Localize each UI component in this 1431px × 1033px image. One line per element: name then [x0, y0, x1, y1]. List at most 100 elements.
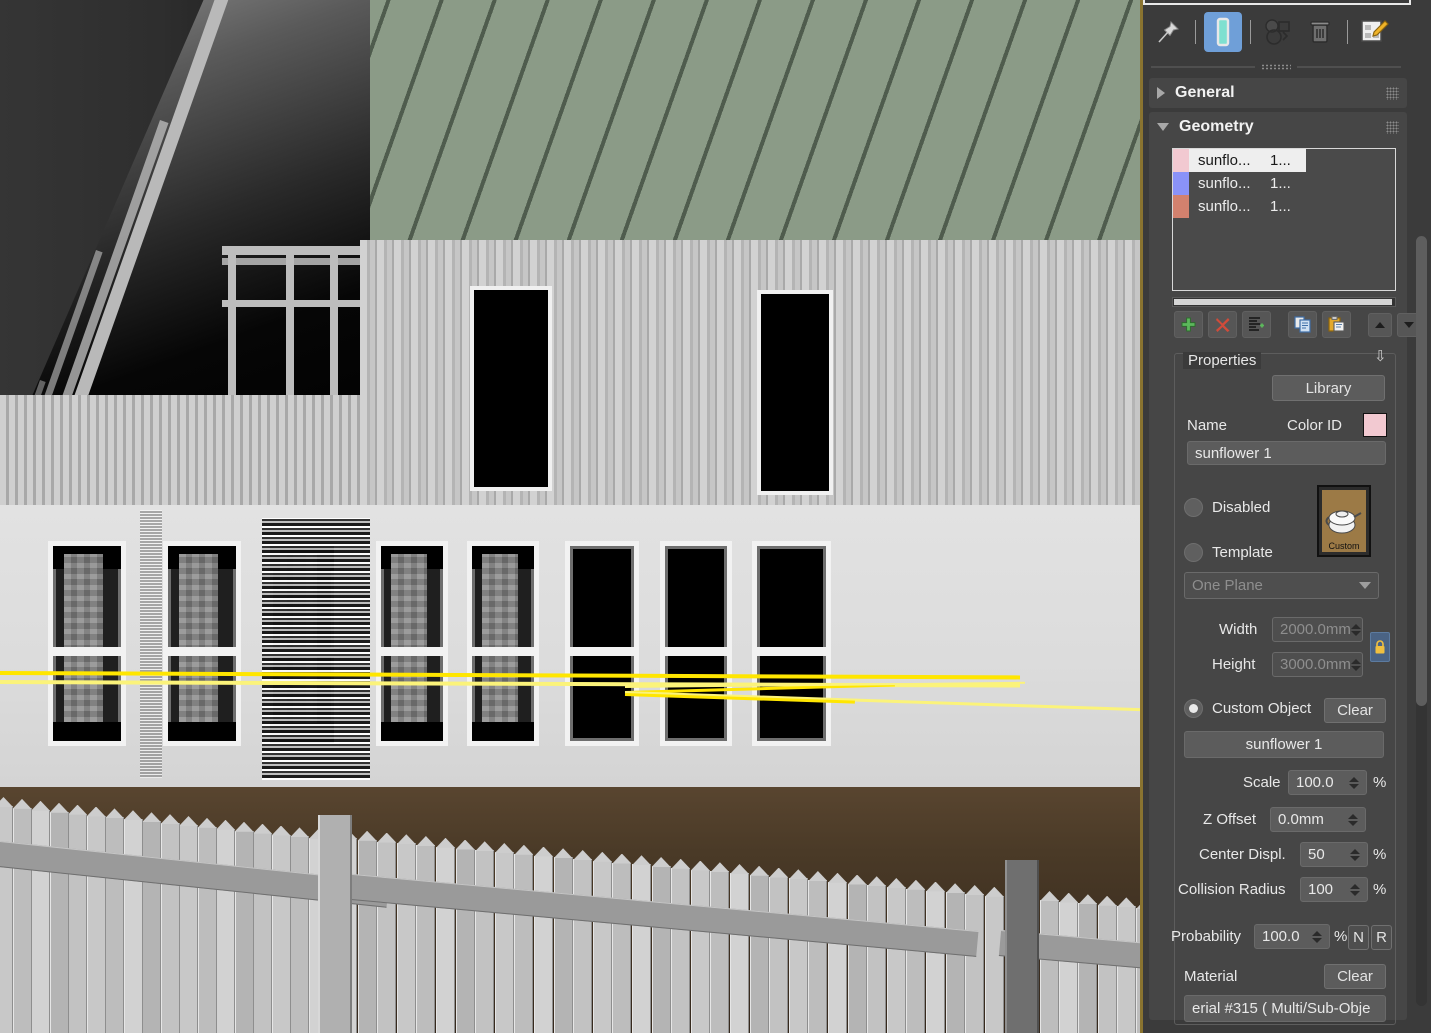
probability-spinner[interactable] [1311, 930, 1322, 943]
width-spinner[interactable] [1350, 623, 1361, 636]
chevron-down-icon [1157, 123, 1169, 131]
panel-grip[interactable] [1151, 62, 1401, 72]
deck-post [286, 255, 294, 405]
window-sill [381, 721, 443, 741]
height-input[interactable]: 3000.0mm [1272, 652, 1363, 677]
material-clear-button[interactable]: Clear [1324, 964, 1386, 989]
probability-random-button[interactable]: R [1371, 925, 1392, 950]
window-sill [472, 721, 534, 741]
list-item[interactable]: sunflo... 1... [1173, 149, 1306, 172]
delete-item-button[interactable] [1208, 311, 1237, 338]
fence-picket [1116, 906, 1136, 1033]
fence-picket [886, 887, 906, 1033]
fence-picket [1097, 904, 1117, 1033]
collision-radius-input[interactable]: 100 [1300, 877, 1368, 902]
fence-picket [271, 834, 291, 1033]
window-mullion [381, 647, 443, 657]
z-offset-spinner[interactable] [1347, 813, 1358, 826]
fence-picket [142, 821, 161, 1033]
width-input[interactable]: 2000.0mm [1272, 617, 1363, 642]
fence-picket [612, 862, 632, 1033]
fence-picket [0, 806, 13, 1033]
fence-picket [416, 845, 436, 1033]
probability-label: Probability [1171, 928, 1242, 945]
z-offset-input[interactable]: 0.0mm [1270, 807, 1366, 832]
custom-object-radio[interactable] [1184, 699, 1203, 718]
height-label: Height [1212, 656, 1256, 673]
fence-picket [514, 853, 534, 1033]
z-offset-value: 0.0mm [1278, 811, 1324, 828]
collision-radius-spinner[interactable] [1349, 883, 1360, 896]
geometry-list[interactable]: sunflo... 1... sunflo... 1... sunflo... … [1172, 148, 1396, 291]
fence-picket [357, 839, 377, 1033]
material-input[interactable]: erial #315 ( Multi/Sub-Obje [1184, 995, 1386, 1022]
fence-picket [671, 867, 691, 1033]
paste-button[interactable] [1322, 311, 1351, 338]
height-spinner[interactable] [1350, 658, 1361, 671]
color-swatch[interactable] [1173, 149, 1189, 172]
custom-object-label: Custom Object [1212, 700, 1312, 717]
custom-object-input[interactable]: sunflower 1 [1184, 731, 1384, 758]
move-up-button[interactable] [1368, 312, 1392, 337]
add-list-button[interactable] [1242, 311, 1271, 338]
deck-post [330, 255, 338, 405]
copy-button[interactable] [1288, 311, 1317, 338]
probability-input[interactable]: 100.0 [1254, 924, 1330, 949]
fence-picket [788, 878, 808, 1033]
toolbar-separator [1347, 20, 1348, 44]
lower-window-dark [752, 541, 831, 746]
custom-object-clear-button[interactable]: Clear [1324, 698, 1386, 723]
list-item-value: 1... [1270, 175, 1291, 192]
fence-picket [592, 860, 612, 1033]
tube-tool-icon[interactable] [1204, 12, 1242, 52]
template-radio[interactable] [1184, 543, 1203, 562]
plane-type-select[interactable]: One Plane [1184, 572, 1379, 599]
custom-object-thumbnail[interactable]: Custom [1317, 485, 1371, 557]
add-item-button[interactable] [1174, 311, 1203, 338]
collision-radius-label: Collision Radius [1178, 881, 1286, 898]
list-item-value: 1... [1270, 152, 1291, 169]
center-displ-input[interactable]: 50 [1300, 842, 1368, 867]
scale-value: 100.0 [1296, 774, 1334, 791]
fence-picket [828, 881, 847, 1033]
material-value: erial #315 ( Multi/Sub-Obje [1192, 1000, 1371, 1017]
list-horizontal-scrollbar[interactable] [1172, 297, 1396, 307]
teapot-icon [1325, 510, 1362, 534]
library-button[interactable]: Library [1272, 375, 1385, 401]
color-swatch[interactable] [1173, 195, 1189, 218]
pin-icon[interactable] [1149, 12, 1187, 52]
probability-normal-button[interactable]: N [1348, 925, 1369, 950]
disabled-radio[interactable] [1184, 498, 1203, 517]
window-sill [168, 721, 236, 741]
fence-picket [984, 895, 1004, 1033]
name-input[interactable]: sunflower 1 [1187, 441, 1386, 465]
center-displ-spinner[interactable] [1349, 848, 1360, 861]
scale-input[interactable]: 100.0 [1288, 770, 1367, 795]
window-mullion [570, 647, 634, 657]
panel-top-strip [1143, 0, 1411, 5]
trash-icon[interactable] [1301, 12, 1339, 52]
rollout-geometry-header[interactable]: Geometry [1149, 112, 1407, 142]
scale-spinner[interactable] [1348, 776, 1359, 789]
fence-post [318, 815, 352, 1033]
window-glass [481, 553, 518, 734]
edit-table-icon[interactable] [1356, 12, 1394, 52]
color-swatch[interactable] [1173, 172, 1189, 195]
color-id-label: Color ID [1287, 417, 1343, 434]
toolbar-separator [1195, 20, 1196, 44]
list-item[interactable]: sunflo... 1... [1173, 172, 1395, 195]
scrollbar-thumb[interactable] [1416, 236, 1427, 706]
panel-vertical-scrollbar[interactable] [1416, 236, 1427, 1006]
list-item[interactable]: sunflo... 1... [1173, 195, 1395, 218]
lock-icon[interactable] [1370, 632, 1390, 662]
deck-rail [222, 300, 370, 307]
rollout-general[interactable]: General [1149, 78, 1407, 108]
fence-picket [105, 817, 124, 1033]
color-id-swatch[interactable] [1363, 413, 1387, 437]
picket-fence [0, 790, 1140, 1033]
rollout-general-header[interactable]: General [1149, 78, 1407, 108]
perspective-render-viewport[interactable] [0, 0, 1143, 1033]
lower-window [467, 541, 539, 746]
shapes-link-icon[interactable] [1259, 12, 1297, 52]
fence-picket [253, 832, 272, 1033]
